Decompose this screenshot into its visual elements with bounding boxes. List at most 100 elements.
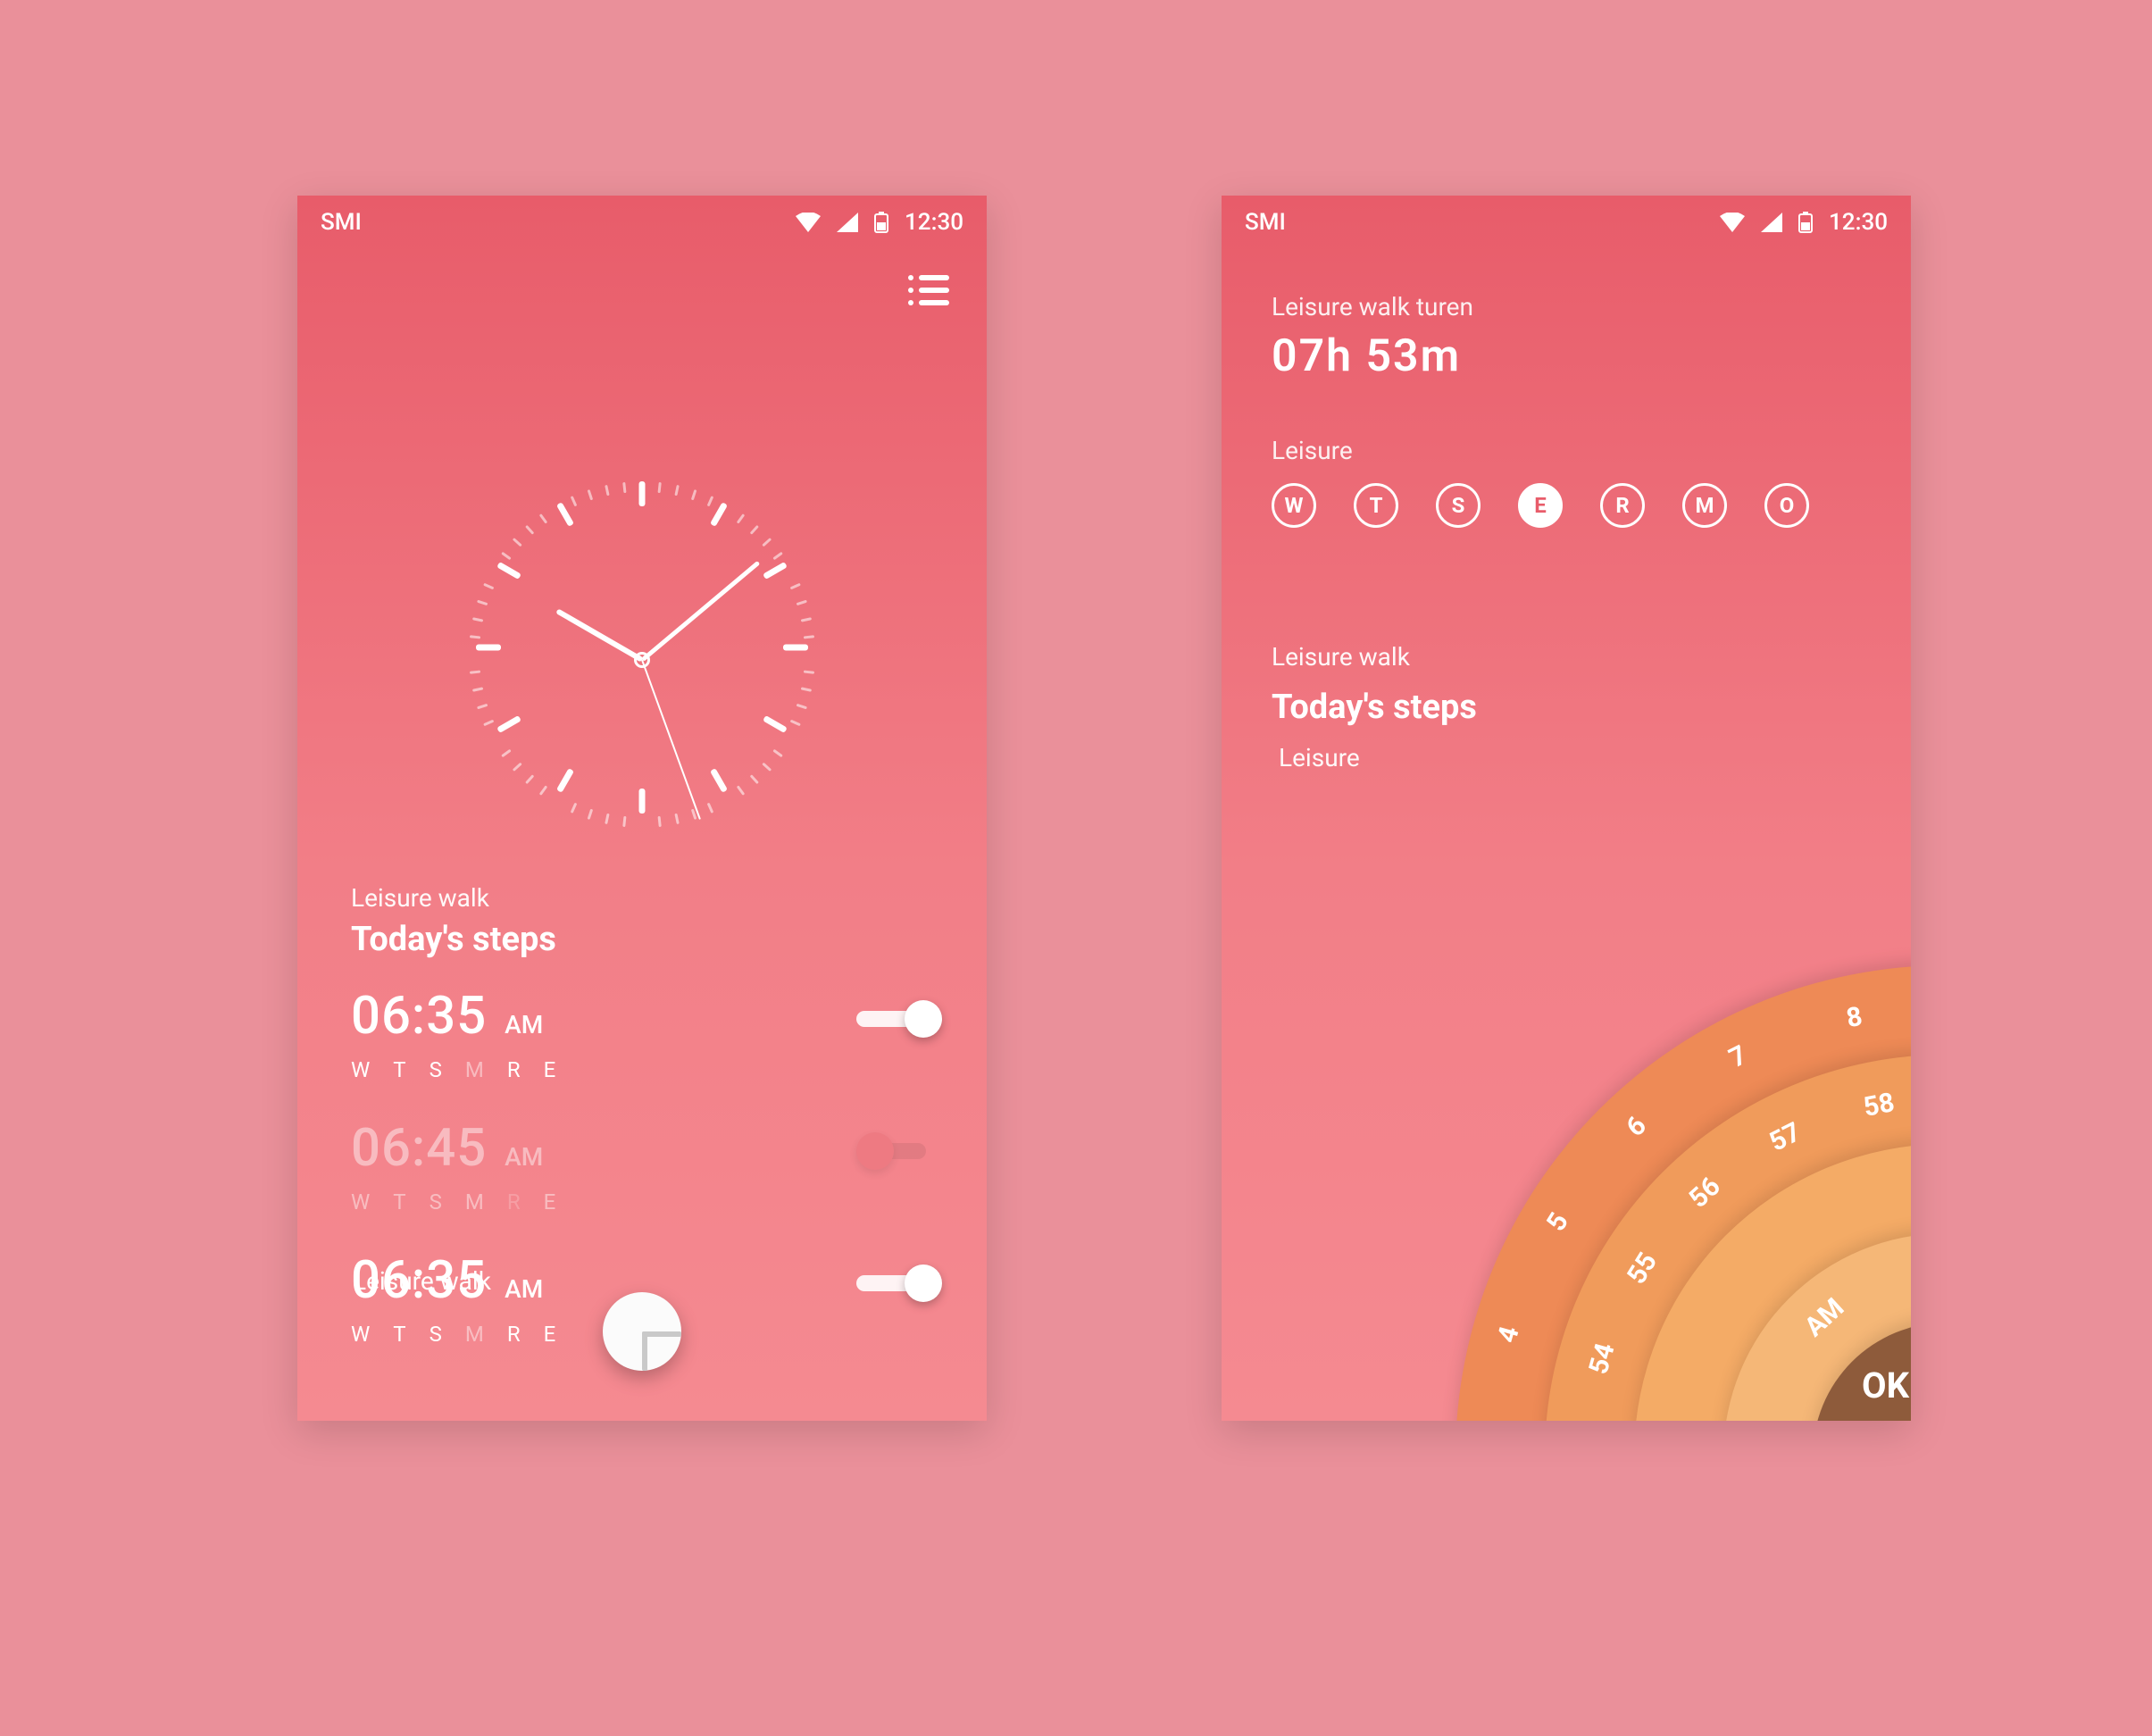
clock-tick [513,763,522,772]
block2-label: Leisure walk [1272,642,1477,672]
clock-tick [772,749,782,757]
battery-icon [874,212,888,233]
clock-tick [772,552,782,560]
clock-tick [588,489,594,500]
clock-tick [797,704,807,710]
clock-tick [762,763,772,772]
clock-hour-hand [555,608,643,662]
alarm-toggle[interactable] [856,1264,942,1302]
clock-tick [571,496,578,506]
clock-tick [501,552,511,560]
clock-tick [622,482,626,493]
status-time: 12:30 [1829,209,1888,236]
picker-minute[interactable]: 58 [1861,1087,1897,1123]
add-alarm-button[interactable] [603,1292,681,1371]
clock-tick [674,485,679,496]
clock-tick [658,482,662,493]
alarm-toggle[interactable] [856,1132,942,1170]
clock-tick [483,583,494,590]
toggle-knob [905,1264,942,1302]
alarm-ampm: AM [505,1010,543,1039]
clock-tick [691,489,697,500]
clock-tick [783,645,808,651]
list-menu-button[interactable] [906,272,951,308]
signal-icon [837,213,858,232]
signal-icon [1761,213,1782,232]
day-chip[interactable]: S [1436,483,1481,528]
clock-tick [477,704,488,710]
alarm-day: S [430,1322,446,1347]
toggle-knob [905,1000,942,1038]
clock-tick [710,768,728,793]
phone-alarm-list: SMI 12:30 Leisure walk Today's steps 06:… [297,196,987,1421]
clock-tick [804,671,814,674]
day-chip[interactable]: W [1272,483,1316,528]
elapsed-label: Leisure walk turen [1272,292,1861,321]
wifi-icon [1720,213,1745,232]
block2-title: Today's steps [1272,688,1477,727]
clock-tick [710,502,728,527]
clock-tick [472,687,483,691]
alarm-toggle[interactable] [856,1000,942,1038]
alarm-time: 06:45 [351,1118,487,1179]
alarm-day: S [430,1189,446,1214]
clock-tick [674,814,679,824]
clock-tick [737,513,745,523]
alarm-days: WTSMRE [351,1057,933,1082]
clock-tick [750,525,759,535]
clock-tick [763,715,788,733]
status-bar: SMI 12:30 [1222,196,1911,249]
clock-tick [496,562,521,580]
alarm-day: R [507,1322,524,1347]
analog-clock [463,481,821,839]
elapsed-value: 07h 53m [1272,330,1861,382]
clock-tick [539,785,547,795]
picker-ok-label[interactable]: OK [1862,1365,1909,1406]
clock-tick [477,600,488,606]
clock-tick [476,645,501,651]
clock-tick [571,803,578,814]
clock-tick [804,635,814,638]
clock-tick [639,789,646,814]
clock-tick [556,502,574,527]
alarm-row[interactable]: 06:45 AM WTSMRE [351,1091,933,1223]
clock-tick [556,768,574,793]
clock-tick [472,617,483,622]
section-label: Leisure walk [351,883,933,913]
clock-tick [658,816,662,827]
alarm-day: R [507,1189,524,1214]
clock-tick [707,496,714,506]
clock-tick [513,538,522,547]
footer-label: Leisure walk [353,1266,491,1296]
clock-tick [797,600,807,606]
clock-tick [605,814,609,824]
alarm-day: E [544,1322,560,1347]
day-chip[interactable]: T [1354,483,1398,528]
day-chip[interactable]: E [1518,483,1563,528]
alarm-row[interactable]: 06:35 AM WTSMRE [351,959,933,1091]
phone-time-picker: SMI 12:30 Leisure walk turen 07h 53m Lei… [1222,196,1911,1421]
day-chip[interactable]: O [1764,483,1809,528]
radial-time-picker[interactable]: OK 345678953545556575859TMAMEM [1393,903,1911,1421]
alarm-day: E [544,1189,560,1214]
section-title: Today's steps [351,920,933,959]
day-chip[interactable]: M [1682,483,1727,528]
alarm-day: T [393,1057,409,1082]
clock-minute-hand [640,561,759,662]
toggle-knob [856,1132,894,1170]
alarm-day: W [351,1322,373,1347]
clock-tick [750,774,759,784]
days-label: Leisure [1272,436,1861,465]
day-chip[interactable]: R [1600,483,1645,528]
clock-tick [470,671,480,674]
status-carrier: SMI [1245,209,1286,236]
alarm-day: R [507,1057,524,1082]
battery-icon [1798,212,1813,233]
clock-tick [483,720,494,727]
wifi-icon [796,213,821,232]
clock-tick [801,617,812,622]
status-carrier: SMI [321,209,362,236]
clock-tick [501,749,511,757]
clock-tick [496,715,521,733]
clock-tick [588,809,594,820]
